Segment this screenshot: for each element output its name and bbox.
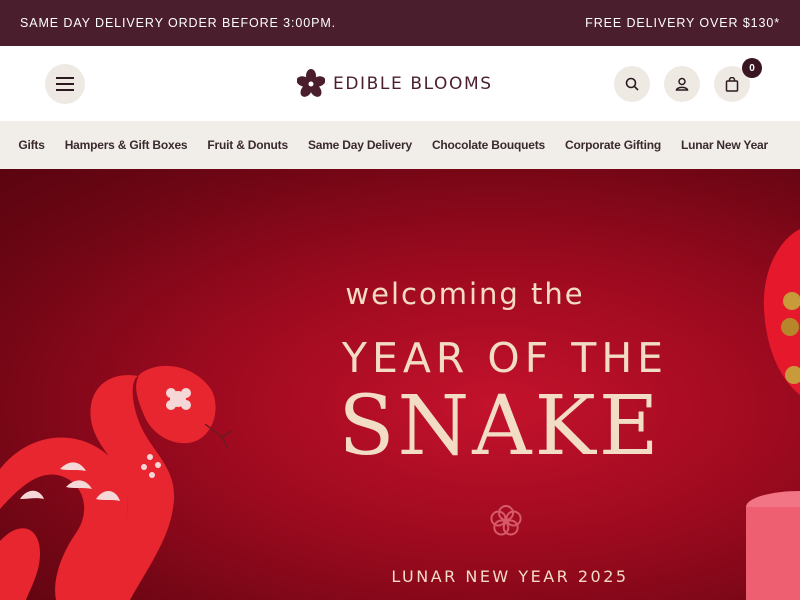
hero-year-text: YEAR OF THE bbox=[341, 334, 669, 382]
announcement-bar: SAME DAY DELIVERY ORDER BEFORE 3:00PM. F… bbox=[0, 0, 800, 46]
brand-logo[interactable]: EDIBLE BLOOMS bbox=[297, 68, 493, 100]
search-icon bbox=[625, 77, 639, 91]
nav-item-same-day-delivery[interactable]: Same Day Delivery bbox=[308, 138, 412, 152]
account-button[interactable] bbox=[664, 66, 700, 102]
flower-ornament-icon bbox=[490, 505, 522, 536]
gift-product-decoration bbox=[746, 229, 800, 600]
nav-item-corporate-gifting[interactable]: Corporate Gifting bbox=[565, 138, 661, 152]
site-header: EDIBLE BLOOMS 0 bbox=[0, 46, 800, 121]
snake-illustration bbox=[0, 365, 233, 600]
nav-item-hampers-gift-boxes[interactable]: Hampers & Gift Boxes bbox=[65, 138, 188, 152]
menu-button[interactable] bbox=[45, 64, 85, 104]
account-icon bbox=[675, 77, 689, 91]
hero-banner[interactable]: welcoming the YEAR OF THE SNAKE LUNAR NE… bbox=[0, 169, 800, 600]
main-nav: Gifts Hampers & Gift Boxes Fruit & Donut… bbox=[0, 121, 800, 169]
nav-item-fruit-donuts[interactable]: Fruit & Donuts bbox=[207, 138, 288, 152]
hamburger-menu-icon bbox=[56, 77, 74, 91]
search-button[interactable] bbox=[614, 66, 650, 102]
hero-lunar-new-year-text: LUNAR NEW YEAR 2025 bbox=[391, 567, 629, 586]
nav-item-chocolate-bouquets[interactable]: Chocolate Bouquets bbox=[432, 138, 545, 152]
flower-logo-icon bbox=[297, 69, 325, 97]
nav-item-lunar-new-year[interactable]: Lunar New Year bbox=[681, 138, 768, 152]
shopping-bag-icon bbox=[725, 76, 739, 92]
same-day-delivery-notice: SAME DAY DELIVERY ORDER BEFORE 3:00PM. bbox=[20, 16, 337, 30]
brand-name: EDIBLE BLOOMS bbox=[333, 74, 493, 94]
hero-welcome-text: welcoming the bbox=[345, 277, 585, 311]
cart-count-badge: 0 bbox=[742, 58, 762, 78]
nav-item-gifts[interactable]: Gifts bbox=[18, 138, 45, 152]
hero-snake-title: SNAKE bbox=[338, 379, 662, 474]
free-delivery-notice: FREE DELIVERY OVER $130* bbox=[585, 16, 780, 30]
